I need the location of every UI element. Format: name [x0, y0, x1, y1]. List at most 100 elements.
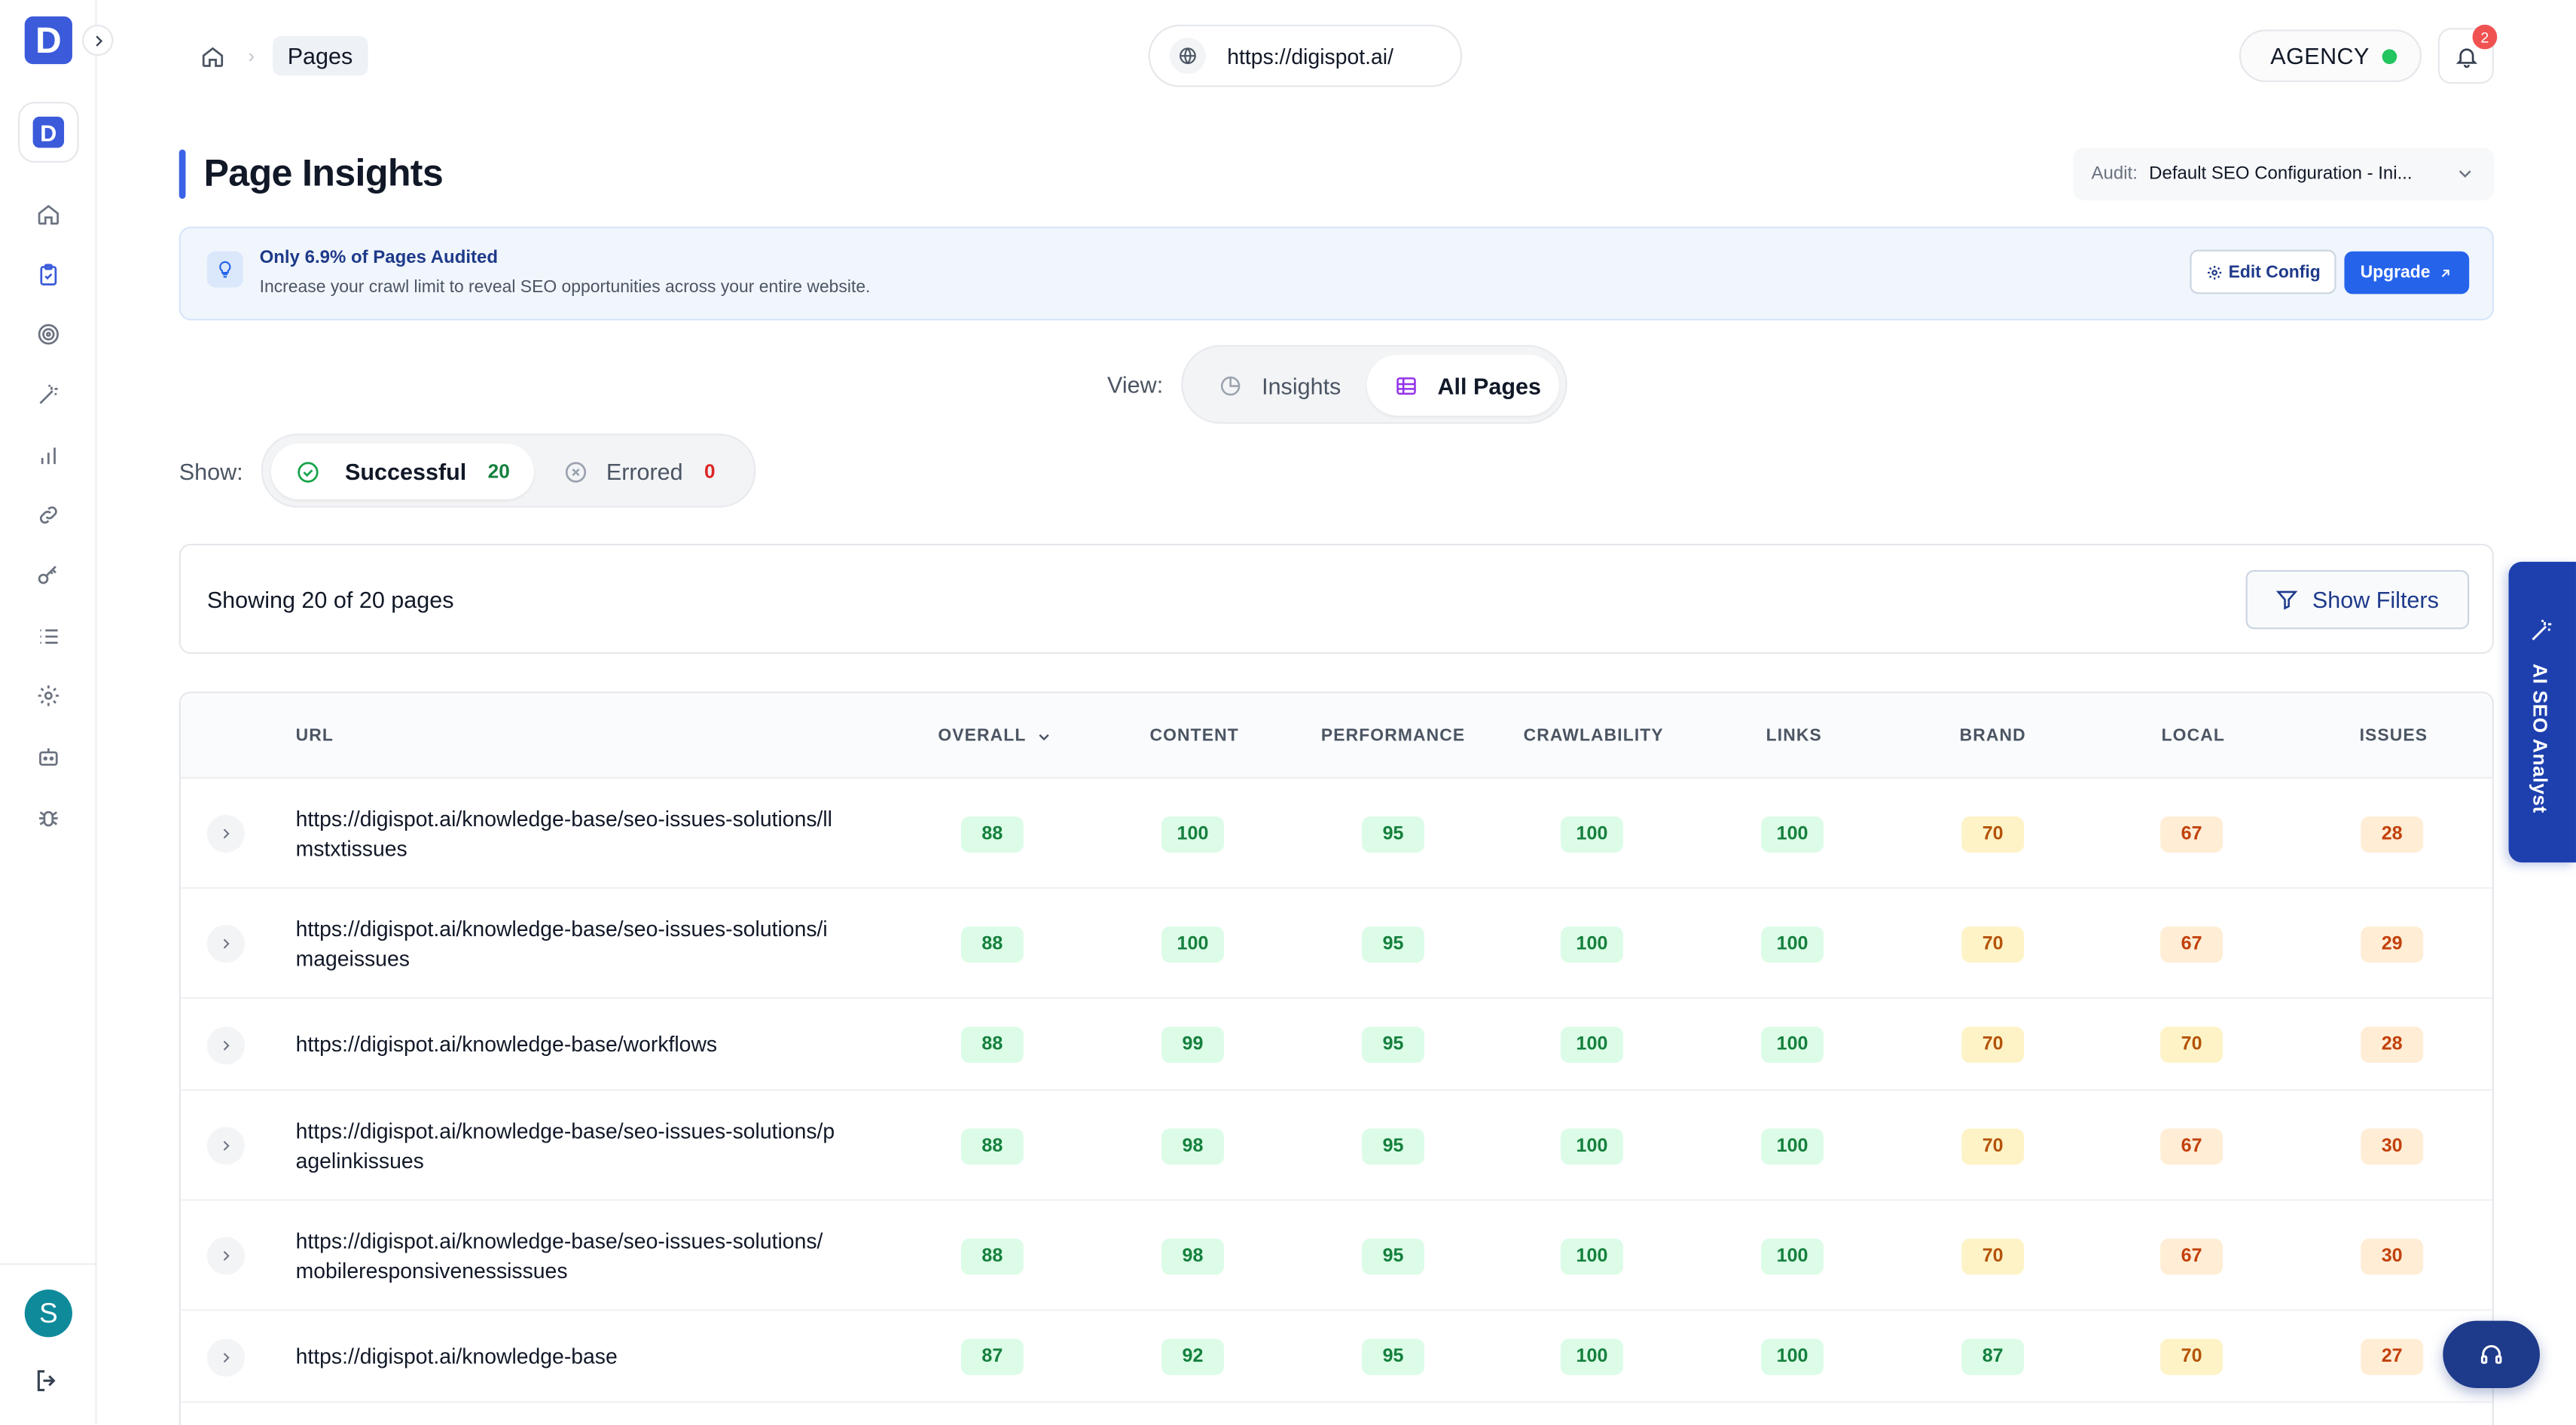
- chevron-right-icon: [223, 828, 230, 839]
- table-row[interactable]: https://digispot.ai/knowledge-base/seo-i…: [180, 1091, 2492, 1201]
- expand-row-button[interactable]: [206, 1237, 245, 1275]
- expand-row-button[interactable]: [206, 814, 245, 853]
- show-successful-tab[interactable]: Successful 20: [270, 443, 534, 500]
- workspace-icon: D: [32, 116, 65, 148]
- score-badge: 67: [2160, 1237, 2223, 1274]
- score-badge: 30: [2361, 1127, 2424, 1164]
- page-url[interactable]: https://digispot.ai/knowledge-base/seo-i…: [296, 1226, 838, 1286]
- edit-config-label: Edit Config: [2228, 261, 2321, 282]
- upgrade-button[interactable]: Upgrade: [2344, 251, 2470, 294]
- table-row[interactable]: https://digispot.ai/knowledge-base 87 92 95…: [180, 1311, 2492, 1403]
- breadcrumb-current[interactable]: Pages: [273, 35, 368, 76]
- errored-count: 0: [704, 459, 716, 484]
- score-badge: 100: [1161, 926, 1224, 963]
- title-accent-bar: [179, 149, 186, 199]
- score-badge: 67: [2160, 926, 2223, 963]
- score-badge: 100: [1561, 1338, 1623, 1375]
- score-badge: 70: [1961, 1237, 2025, 1274]
- home-icon[interactable]: [197, 41, 227, 71]
- score-badge: 100: [1761, 1027, 1824, 1063]
- score-badge: 100: [1761, 1338, 1824, 1375]
- target-icon[interactable]: [31, 317, 64, 350]
- support-chat-button[interactable]: [2443, 1320, 2540, 1389]
- plan-badge[interactable]: AGENCY: [2239, 29, 2422, 83]
- page-url[interactable]: https://digispot.ai/knowledge-base/seo-i…: [296, 1116, 838, 1176]
- view-all-pages-tab[interactable]: All Pages: [1366, 355, 1559, 416]
- filter-icon: [2276, 590, 2299, 610]
- score-badge: 98: [1161, 1237, 1224, 1274]
- pages-table: URL OVERALL CONTENT PERFORMANCE CRAWLABI…: [179, 691, 2494, 1425]
- site-url-selector[interactable]: https://digispot.ai/: [1148, 24, 1463, 87]
- show-successful-label: Successful: [345, 458, 467, 485]
- score-badge: 100: [1561, 926, 1623, 963]
- table-row[interactable]: https://digispot.ai/knowledge-base/seo-i…: [180, 779, 2492, 889]
- table-row[interactable]: https://digispot.ai/knowledge-base/workf…: [180, 999, 2492, 1091]
- page-url[interactable]: https://digispot.ai/knowledge-base/workf…: [296, 1030, 838, 1060]
- header-crawlability[interactable]: CRAWLABILITY: [1524, 726, 1664, 746]
- globe-icon: [1169, 38, 1206, 75]
- key-icon[interactable]: [31, 559, 64, 592]
- header-local[interactable]: LOCAL: [2162, 726, 2225, 746]
- expand-row-button[interactable]: [206, 1338, 245, 1376]
- bug-icon[interactable]: [31, 800, 64, 833]
- logout-icon[interactable]: [33, 1367, 64, 1398]
- header-content[interactable]: CONTENT: [1149, 726, 1238, 746]
- audit-value: Default SEO Configuration - Ini...: [2149, 164, 2413, 185]
- list-icon[interactable]: [31, 619, 64, 652]
- bar-chart-icon[interactable]: [31, 438, 64, 471]
- expand-row-button[interactable]: [206, 924, 245, 963]
- sidebar-expand-button[interactable]: [82, 24, 114, 56]
- edit-config-button[interactable]: Edit Config: [2190, 249, 2336, 294]
- score-badge: 88: [960, 815, 1024, 852]
- view-insights-tab[interactable]: Insights: [1206, 355, 1387, 416]
- chevron-right-icon: [223, 1352, 230, 1362]
- gear-icon: [2206, 264, 2221, 279]
- crawl-limit-banner: Only 6.9% of Pages Audited Increase your…: [179, 226, 2494, 321]
- chevron-down-icon: [2456, 164, 2474, 188]
- score-badge: 88: [960, 1127, 1024, 1164]
- table-row[interactable]: https://digispot.ai/knowledge-base/seo-i…: [180, 889, 2492, 999]
- score-badge: 100: [1561, 815, 1623, 852]
- score-badge: 95: [1362, 1127, 1425, 1164]
- clipboard-check-icon[interactable]: [31, 258, 64, 291]
- score-badge: 70: [1961, 1127, 2025, 1164]
- score-badge: 87: [1961, 1338, 2025, 1375]
- magic-wand-icon[interactable]: [31, 378, 64, 411]
- robot-icon[interactable]: [31, 739, 64, 772]
- header-links[interactable]: LINKS: [1766, 726, 1822, 746]
- workspace-switcher[interactable]: D: [17, 102, 79, 163]
- table-row[interactable]: https://digispot.ai/knowledge-base/seo-i…: [180, 1201, 2492, 1311]
- chevron-right-icon: [95, 35, 102, 46]
- show-filters-button[interactable]: Show Filters: [2245, 569, 2470, 630]
- score-badge: 100: [1561, 1127, 1623, 1164]
- audit-selector[interactable]: Audit: Default SEO Configuration - Ini..…: [2073, 148, 2494, 201]
- header-performance[interactable]: PERFORMANCE: [1321, 726, 1465, 746]
- score-badge: 28: [2361, 1027, 2424, 1063]
- link-icon[interactable]: [31, 498, 64, 531]
- ai-seo-analyst-tab[interactable]: AI SEO Analyst: [2508, 561, 2576, 863]
- header-url[interactable]: URL: [296, 726, 334, 746]
- table-icon: [1396, 377, 1416, 394]
- show-errored-tab[interactable]: Errored 0: [563, 444, 744, 499]
- header-brand[interactable]: BRAND: [1960, 726, 2026, 746]
- expand-row-button[interactable]: [206, 1026, 245, 1064]
- sidebar-divider: [0, 1263, 97, 1265]
- header-overall[interactable]: OVERALL: [938, 726, 1051, 746]
- home-icon[interactable]: [31, 197, 64, 230]
- status-dot: [2382, 48, 2397, 63]
- show-label: Show:: [179, 458, 243, 485]
- page-url[interactable]: https://digispot.ai/knowledge-base: [296, 1342, 838, 1372]
- score-badge: 88: [960, 926, 1024, 963]
- chevron-right-icon: [223, 1251, 230, 1261]
- header-issues[interactable]: ISSUES: [2360, 726, 2428, 746]
- avatar[interactable]: S: [24, 1289, 72, 1338]
- site-url: https://digispot.ai/: [1227, 43, 1393, 69]
- score-badge: 28: [2361, 815, 2424, 852]
- arrow-up-right-icon: [2442, 268, 2450, 276]
- app-logo[interactable]: D: [24, 16, 72, 65]
- page-url[interactable]: https://digispot.ai/knowledge-base/seo-i…: [296, 914, 838, 974]
- successful-count: 20: [487, 459, 510, 484]
- gear-icon[interactable]: [31, 679, 64, 712]
- expand-row-button[interactable]: [206, 1127, 245, 1165]
- page-url[interactable]: https://digispot.ai/knowledge-base/seo-i…: [296, 804, 838, 864]
